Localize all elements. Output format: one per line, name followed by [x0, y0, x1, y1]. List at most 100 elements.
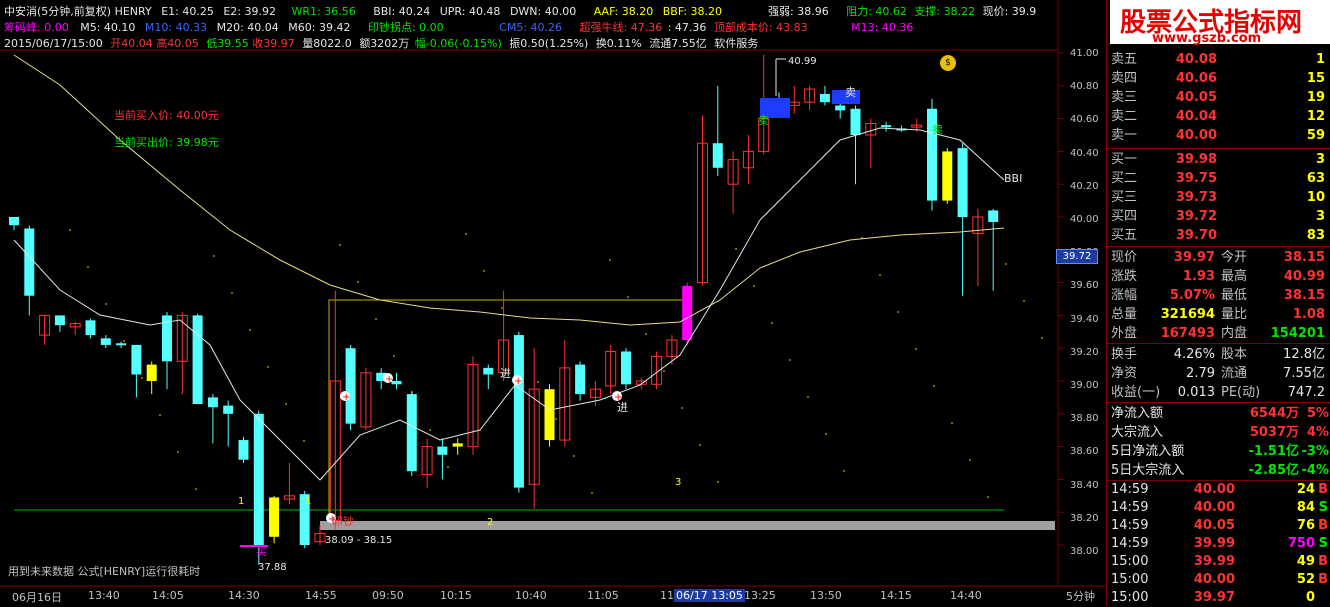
stat-value: 40.99	[1283, 269, 1325, 284]
bid-row[interactable]: 买一 39.98 3	[1107, 150, 1330, 170]
dot-marker	[897, 311, 899, 313]
candle-body	[9, 217, 19, 226]
yellow-box-line	[328, 299, 684, 522]
tick-side: B	[1318, 482, 1328, 497]
ask-row[interactable]: 卖五 40.08 1	[1107, 50, 1330, 70]
bar-change: 幅-0.06(-0.15%)	[414, 37, 502, 50]
dot-marker	[609, 259, 611, 261]
dwn-value: DWN: 40.00	[509, 5, 577, 18]
left-tab-strip[interactable]	[0, 60, 8, 580]
bid-label: 买四	[1111, 209, 1138, 224]
ask-row[interactable]: 卖三 40.05 19	[1107, 88, 1330, 108]
chaoqiang-value: 超强牛线: 47.36	[579, 21, 663, 34]
bid-volume: 83	[1306, 228, 1325, 243]
yinchao-value: 印钞拐点: 0.00	[367, 21, 444, 34]
flow-pct: 4%	[1306, 425, 1329, 440]
ask-price: 40.00	[1175, 128, 1217, 143]
stat-row: 涨幅 5.07% 最低 38.15	[1107, 286, 1330, 306]
ask-label: 卖二	[1111, 109, 1138, 124]
stat-label: 股本	[1221, 347, 1248, 362]
tick-row[interactable]: 14:59 40.00 84 S	[1107, 499, 1330, 517]
dot-marker	[699, 444, 701, 446]
tick-row[interactable]: 14:59 40.00 24 B	[1107, 481, 1330, 499]
tick-side: S	[1318, 500, 1328, 515]
dot-marker	[339, 244, 341, 246]
bid-row[interactable]: 买四 39.72 3	[1107, 207, 1330, 227]
tick-row[interactable]: 14:59 40.05 76 B	[1107, 517, 1330, 535]
dot-marker	[681, 407, 683, 409]
zhicheng-value: 支撑: 38.22	[914, 5, 976, 18]
bid-row[interactable]: 买五 39.70 83	[1107, 226, 1330, 246]
stat-label: PE(动)	[1221, 385, 1261, 400]
tick-side: B	[1318, 554, 1328, 569]
signal-plus: +	[385, 374, 393, 385]
bar-open: 开40.04	[110, 37, 153, 50]
x-tick-label: 10:15	[440, 589, 472, 602]
dot-marker	[1023, 300, 1025, 302]
y-tick-label: 38.40	[1070, 479, 1099, 491]
y-tick-label: 40.20	[1070, 180, 1099, 192]
kline-chart-area[interactable]: + + + + + 中安消(5分钟,前复权) HENRY E1: 40.25 E2: 3…	[0, 0, 1106, 606]
candle-body	[238, 440, 249, 460]
stat-value: 7.55亿	[1283, 366, 1325, 381]
tick-row[interactable]: 15:00 40.00 52 B	[1107, 571, 1330, 589]
bbi-value: BBI: 40.24	[373, 5, 431, 18]
stat-value: 4.26%	[1173, 347, 1215, 362]
bar-amplitude: 振0.50(1.25%)	[509, 37, 589, 50]
dot-marker	[663, 370, 665, 372]
ask-row[interactable]: 卖四 40.06 15	[1107, 69, 1330, 89]
tick-price: 39.99	[1193, 554, 1235, 569]
tick-price: 40.00	[1193, 500, 1235, 515]
candle-body	[942, 151, 953, 201]
stat-row: 涨跌 1.93 最高 40.99	[1107, 267, 1330, 287]
tick-volume: 52	[1296, 572, 1315, 587]
m60-value: M60: 39.42	[288, 21, 351, 34]
buy-signal: 买	[256, 545, 267, 558]
bid-volume: 10	[1306, 190, 1325, 205]
dot-marker	[141, 377, 143, 379]
stat-row: 收益(一) 0.013 PE(动) 747.2	[1107, 383, 1330, 403]
candle-body	[192, 315, 203, 404]
y-tick-label: 39.00	[1070, 380, 1099, 391]
period-label[interactable]: 5分钟	[1066, 588, 1095, 604]
candle-body	[988, 210, 999, 222]
bid-row[interactable]: 买二 39.75 63	[1107, 169, 1330, 189]
tick-row[interactable]: 15:00 39.99 49 B	[1107, 553, 1330, 571]
dot-marker	[303, 440, 305, 442]
wave-number-2: 2	[487, 517, 494, 528]
y-tick-label: 40.60	[1070, 114, 1099, 126]
tick-row[interactable]: 14:59 39.99 750 S	[1107, 535, 1330, 553]
ask-row[interactable]: 卖一 40.00 59	[1107, 126, 1330, 146]
ask-price: 40.06	[1175, 71, 1217, 86]
candle-body	[54, 315, 65, 326]
tick-side: B	[1318, 572, 1328, 587]
dot-marker	[1005, 263, 1007, 265]
stat-value: 38.15	[1283, 288, 1325, 303]
candle-body	[131, 344, 142, 375]
bar-low: 低39.55	[206, 37, 249, 50]
y-tick-label: 38.60	[1070, 446, 1099, 458]
dot-marker	[105, 303, 107, 305]
dot-marker	[159, 414, 161, 416]
bid-label: 买三	[1111, 190, 1138, 205]
dot-marker	[267, 366, 269, 368]
wave-number-1b: 1	[305, 496, 312, 507]
bid-row[interactable]: 买三 39.73 10	[1107, 188, 1330, 208]
tick-price: 40.05	[1193, 518, 1235, 533]
ask-row[interactable]: 卖二 40.04 12	[1107, 107, 1330, 127]
logo-url: www.gszb.com	[1152, 31, 1262, 46]
separator	[1107, 343, 1330, 344]
stat-value: 0.013	[1177, 385, 1215, 400]
dot-marker	[249, 329, 251, 331]
sell-signal-1: 卖	[845, 86, 856, 99]
candle-body	[575, 364, 586, 395]
e1-value: E1: 40.25	[161, 5, 214, 18]
header-row-2: 筹码峰: 0.00 M5: 40.10 M10: 40.33 M20: 40.0…	[4, 21, 913, 34]
bid-volume: 63	[1306, 171, 1325, 186]
tick-time: 14:59	[1111, 536, 1149, 551]
tick-row[interactable]: 15:00 39.97 0	[1107, 589, 1330, 607]
kline-chart-svg[interactable]: ++ +++	[0, 0, 1106, 606]
stat-label: 最低	[1221, 288, 1248, 303]
candle-body	[682, 285, 693, 340]
tick-side: B	[1318, 518, 1328, 533]
